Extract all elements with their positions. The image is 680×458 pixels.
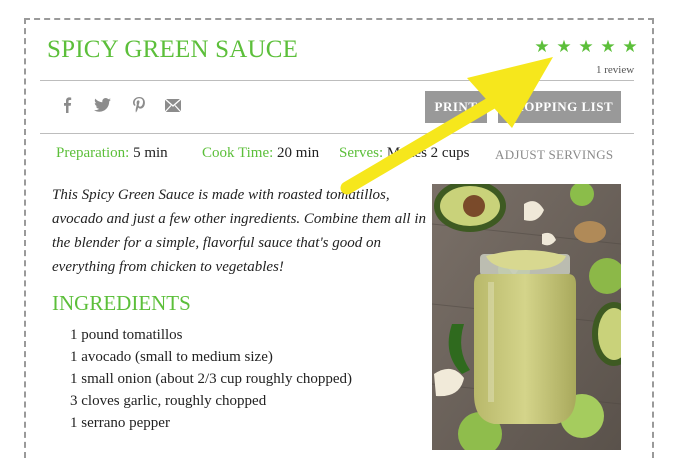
list-item: 1 pound tomatillos bbox=[70, 327, 183, 343]
rating-stars[interactable]: ★ ★ ★ ★ ★ bbox=[533, 38, 639, 56]
ingredients-list: 1 pound tomatillos 1 avocado (small to m… bbox=[70, 324, 352, 434]
prep-value: 5 min bbox=[133, 145, 168, 161]
star-icon[interactable]: ★ bbox=[533, 38, 551, 56]
list-item: 1 small onion (about 2/3 cup roughly cho… bbox=[70, 371, 353, 387]
recipe-photo bbox=[432, 184, 621, 450]
shopping-list-button[interactable]: SHOPPING LIST bbox=[498, 91, 621, 123]
list-item: 1 serrano pepper bbox=[70, 415, 170, 431]
ingredients-heading: INGREDIENTS bbox=[52, 291, 191, 315]
serves-label: Serves: bbox=[339, 145, 384, 161]
list-item: 3 cloves garlic, roughly chopped bbox=[70, 393, 267, 409]
star-icon[interactable]: ★ bbox=[555, 38, 573, 56]
cook-time: Cook Time: 20 min bbox=[202, 145, 319, 162]
cook-value: 20 min bbox=[277, 145, 320, 161]
servings: Serves: Makes 2 cups bbox=[339, 145, 469, 162]
recipe-description: This Spicy Green Sauce is made with roas… bbox=[52, 187, 426, 275]
review-count[interactable]: 1 review bbox=[596, 64, 634, 76]
print-button[interactable]: PRINT bbox=[425, 91, 487, 123]
recipe-title: SPICY GREEN SAUCE bbox=[47, 36, 299, 63]
prep-label: Preparation: bbox=[56, 145, 130, 161]
star-icon[interactable]: ★ bbox=[577, 38, 595, 56]
cook-label: Cook Time: bbox=[202, 145, 274, 161]
pinterest-icon[interactable] bbox=[130, 96, 148, 114]
list-item: 1 avocado (small to medium size) bbox=[70, 349, 273, 365]
star-icon[interactable]: ★ bbox=[621, 38, 639, 56]
facebook-icon[interactable] bbox=[58, 96, 76, 114]
star-icon[interactable]: ★ bbox=[599, 38, 617, 56]
email-icon[interactable] bbox=[164, 96, 182, 114]
serves-value: Makes 2 cups bbox=[386, 145, 470, 161]
twitter-icon[interactable] bbox=[93, 96, 111, 114]
adjust-servings-link[interactable]: ADJUST SERVINGS bbox=[495, 147, 613, 163]
divider bbox=[40, 133, 634, 134]
divider bbox=[40, 80, 634, 81]
prep-time: Preparation: 5 min bbox=[56, 145, 168, 162]
